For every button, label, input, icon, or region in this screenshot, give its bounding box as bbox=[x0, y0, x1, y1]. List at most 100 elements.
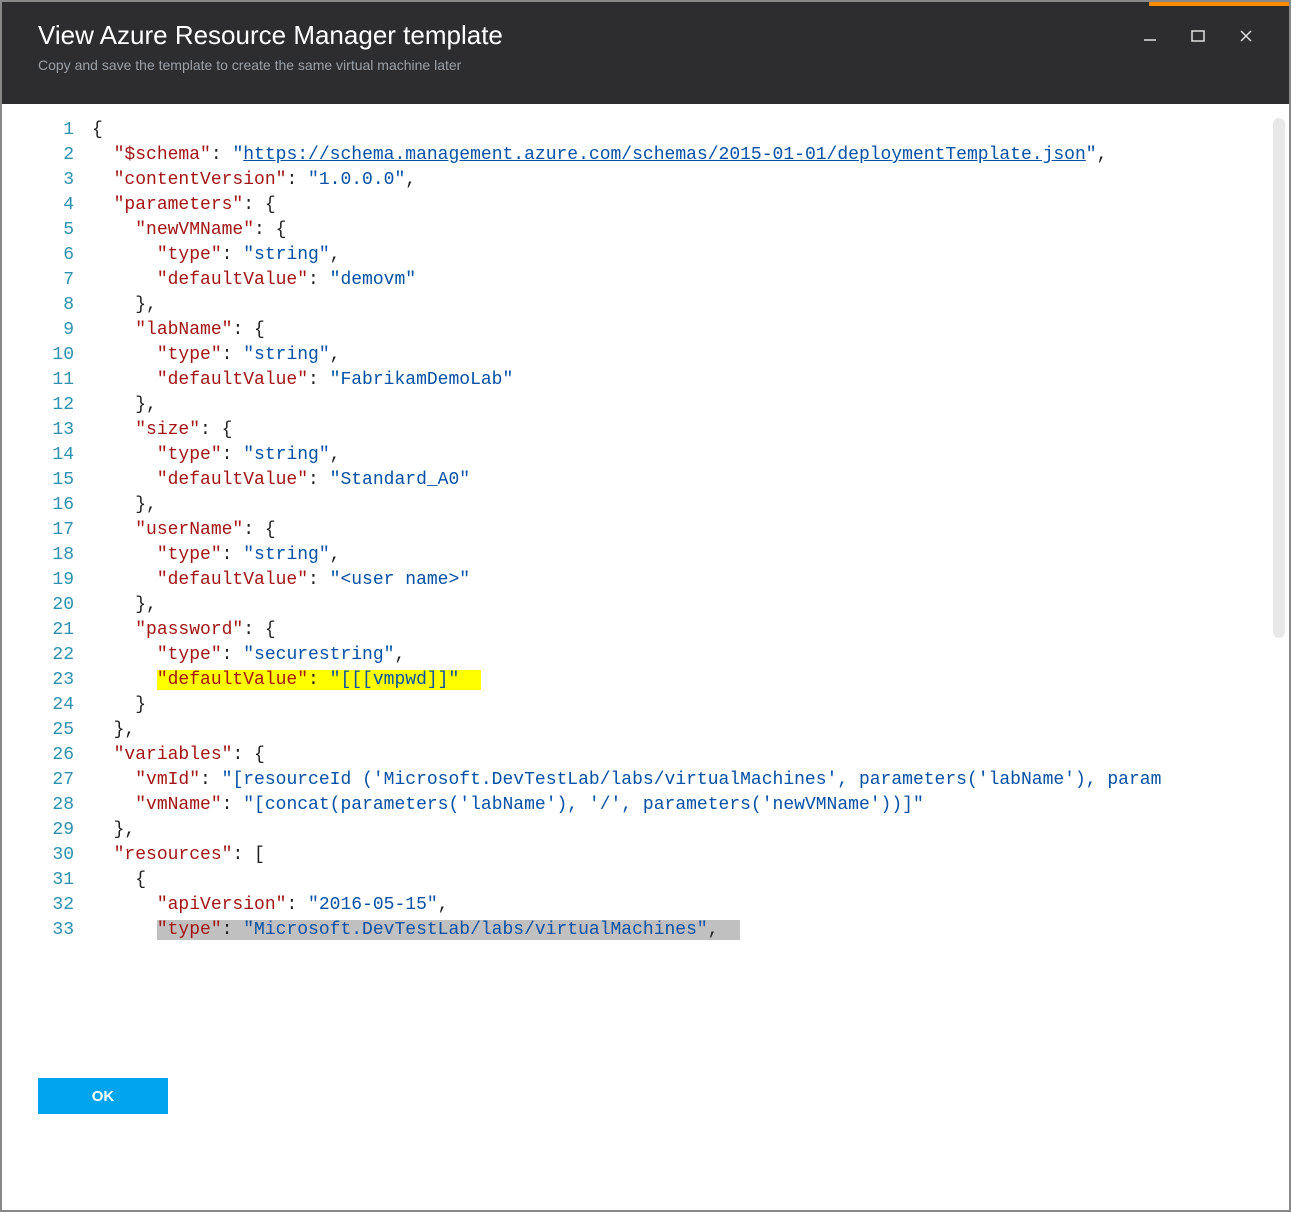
token-punc bbox=[92, 420, 135, 440]
dialog-subtitle: Copy and save the template to create the… bbox=[38, 57, 1137, 73]
line-number: 12 bbox=[2, 393, 92, 418]
line-number: 16 bbox=[2, 493, 92, 518]
code-line: 31 { bbox=[2, 868, 1289, 893]
token-key: "type" bbox=[157, 345, 222, 365]
token-punc: , bbox=[330, 445, 341, 465]
token-punc bbox=[92, 670, 157, 690]
token-key: "type" bbox=[157, 920, 222, 940]
code-line: 18 "type": "string", bbox=[2, 543, 1289, 568]
token-punc bbox=[92, 620, 135, 640]
token-punc: { bbox=[92, 120, 103, 140]
line-number: 27 bbox=[2, 768, 92, 793]
token-punc bbox=[92, 795, 135, 815]
token-punc: : bbox=[308, 470, 330, 490]
token-punc: , bbox=[330, 245, 341, 265]
token-punc bbox=[92, 845, 114, 865]
line-number: 19 bbox=[2, 568, 92, 593]
token-punc: : { bbox=[254, 220, 286, 240]
line-number: 29 bbox=[2, 818, 92, 843]
line-number: 4 bbox=[2, 193, 92, 218]
token-punc: }, bbox=[92, 595, 157, 615]
code-content: { bbox=[92, 868, 1289, 893]
code-content: }, bbox=[92, 293, 1289, 318]
token-key: "contentVersion" bbox=[114, 170, 287, 190]
code-line: 10 "type": "string", bbox=[2, 343, 1289, 368]
code-line: 24 } bbox=[2, 693, 1289, 718]
token-str: " bbox=[232, 145, 243, 165]
line-number: 26 bbox=[2, 743, 92, 768]
minimize-icon[interactable] bbox=[1137, 26, 1163, 46]
code-line: 14 "type": "string", bbox=[2, 443, 1289, 468]
line-number: 1 bbox=[2, 118, 92, 143]
token-punc: { bbox=[92, 870, 146, 890]
code-content: "variables": { bbox=[92, 743, 1289, 768]
code-content: "password": { bbox=[92, 618, 1289, 643]
code-content: "apiVersion": "2016-05-15", bbox=[92, 893, 1289, 918]
token-punc bbox=[92, 470, 157, 490]
token-punc: }, bbox=[92, 720, 135, 740]
code-content: "newVMName": { bbox=[92, 218, 1289, 243]
line-number: 17 bbox=[2, 518, 92, 543]
code-line: 25 }, bbox=[2, 718, 1289, 743]
code-content: "type": "Microsoft.DevTestLab/labs/virtu… bbox=[92, 918, 1289, 943]
token-punc bbox=[92, 570, 157, 590]
line-number: 11 bbox=[2, 368, 92, 393]
title-text-block: View Azure Resource Manager template Cop… bbox=[38, 20, 1137, 73]
code-content: "userName": { bbox=[92, 518, 1289, 543]
token-str: "FabrikamDemoLab" bbox=[330, 370, 514, 390]
line-number: 21 bbox=[2, 618, 92, 643]
token-punc: , bbox=[330, 545, 341, 565]
token-str: "securestring" bbox=[243, 645, 394, 665]
token-punc: : bbox=[286, 895, 308, 915]
code-content: }, bbox=[92, 718, 1289, 743]
token-key: "newVMName" bbox=[135, 220, 254, 240]
ok-button[interactable]: OK bbox=[38, 1078, 168, 1114]
token-str: "string" bbox=[243, 545, 329, 565]
token-punc bbox=[92, 170, 114, 190]
token-punc bbox=[92, 195, 114, 215]
token-str: " bbox=[1086, 145, 1097, 165]
token-punc: : bbox=[308, 270, 330, 290]
token-key: "defaultValue" bbox=[157, 570, 308, 590]
token-key: "userName" bbox=[135, 520, 243, 540]
token-punc bbox=[92, 770, 135, 790]
token-punc: : bbox=[222, 245, 244, 265]
line-number: 22 bbox=[2, 643, 92, 668]
token-punc: , bbox=[708, 920, 719, 940]
code-line: 7 "defaultValue": "demovm" bbox=[2, 268, 1289, 293]
line-number: 13 bbox=[2, 418, 92, 443]
token-punc bbox=[92, 145, 114, 165]
schema-link[interactable]: https://schema.management.azure.com/sche… bbox=[243, 145, 1086, 165]
token-punc: : bbox=[222, 795, 244, 815]
code-editor[interactable]: 1{2 "$schema": "https://schema.managemen… bbox=[2, 104, 1289, 1046]
token-key: "variables" bbox=[114, 745, 233, 765]
token-punc: , bbox=[438, 895, 449, 915]
token-punc: }, bbox=[92, 820, 135, 840]
token-str: "2016-05-15" bbox=[308, 895, 438, 915]
token-key: "vmName" bbox=[135, 795, 221, 815]
token-punc: : bbox=[222, 545, 244, 565]
code-line: 6 "type": "string", bbox=[2, 243, 1289, 268]
line-number: 9 bbox=[2, 318, 92, 343]
token-punc: : { bbox=[243, 520, 275, 540]
token-key: "defaultValue" bbox=[157, 670, 308, 690]
token-punc bbox=[92, 345, 157, 365]
highlighted-line: "defaultValue": "[[[vmpwd]]" bbox=[157, 670, 481, 690]
token-punc: }, bbox=[92, 395, 157, 415]
token-str: "demovm" bbox=[330, 270, 416, 290]
scrollbar[interactable] bbox=[1273, 118, 1285, 638]
code-content: "defaultValue": "[[[vmpwd]]" bbox=[92, 668, 1289, 693]
token-punc: }, bbox=[92, 295, 157, 315]
code-line: 1{ bbox=[2, 118, 1289, 143]
close-icon[interactable] bbox=[1233, 26, 1259, 46]
maximize-icon[interactable] bbox=[1185, 26, 1211, 46]
token-str: "[resourceId ('Microsoft.DevTestLab/labs… bbox=[222, 770, 1162, 790]
token-punc: : bbox=[211, 145, 233, 165]
token-punc: : { bbox=[243, 195, 275, 215]
line-number: 25 bbox=[2, 718, 92, 743]
token-key: "type" bbox=[157, 245, 222, 265]
code-line: 19 "defaultValue": "<user name>" bbox=[2, 568, 1289, 593]
code-line: 30 "resources": [ bbox=[2, 843, 1289, 868]
token-punc bbox=[92, 745, 114, 765]
code-line: 8 }, bbox=[2, 293, 1289, 318]
